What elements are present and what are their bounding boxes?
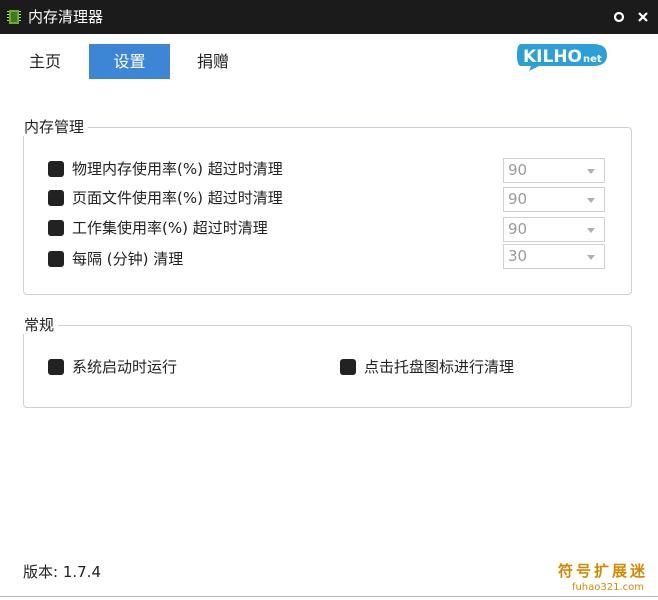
settings-icon[interactable] <box>610 8 628 26</box>
tab-donate[interactable]: 捐赠 <box>186 44 240 79</box>
working-set-option[interactable]: 工作集使用率(%) 超过时清理 <box>48 216 268 240</box>
page-file-checkbox[interactable] <box>48 190 64 206</box>
physical-memory-threshold-select[interactable]: 90 <box>503 158 605 183</box>
window-title: 内存清理器 <box>28 8 104 26</box>
version-label: 版本: 1.7.4 <box>23 563 101 581</box>
run-at-startup-label: 系统启动时运行 <box>72 358 178 376</box>
tray-click-clean-label: 点击托盘图标进行清理 <box>364 358 515 376</box>
tab-settings[interactable]: 设置 <box>89 44 170 79</box>
tray-click-clean-option[interactable]: 点击托盘图标进行清理 <box>340 355 514 379</box>
logo-suffix: net <box>583 54 602 65</box>
chevron-down-icon <box>587 169 595 174</box>
chevron-down-icon <box>587 198 595 203</box>
memory-management-group: 内存管理 物理内存使用率(%) 超过时清理 90 页面文件使用率(%) 超过时清… <box>20 118 632 295</box>
general-group-title: 常规 <box>20 316 59 334</box>
chevron-down-icon <box>587 228 595 233</box>
general-group: 常规 系统启动时运行 点击托盘图标进行清理 <box>20 316 632 408</box>
memory-group-title: 内存管理 <box>20 118 89 136</box>
tray-click-clean-checkbox[interactable] <box>340 359 356 375</box>
watermark-url: fuhao321.com <box>571 582 644 593</box>
watermark-text: 符号扩展迷 <box>557 562 648 580</box>
interval-minutes-select[interactable]: 30 <box>503 244 605 269</box>
page-file-option[interactable]: 页面文件使用率(%) 超过时清理 <box>48 186 283 210</box>
physical-memory-checkbox[interactable] <box>48 161 64 177</box>
working-set-label: 工作集使用率(%) 超过时清理 <box>72 219 268 237</box>
working-set-threshold-select[interactable]: 90 <box>503 217 605 242</box>
physical-memory-option[interactable]: 物理内存使用率(%) 超过时清理 <box>48 157 283 181</box>
run-at-startup-option[interactable]: 系统启动时运行 <box>48 355 177 379</box>
divider <box>0 596 658 597</box>
physical-memory-label: 物理内存使用率(%) 超过时清理 <box>72 160 283 178</box>
run-at-startup-checkbox[interactable] <box>48 359 64 375</box>
interval-option[interactable]: 每隔 (分钟) 清理 <box>48 247 183 271</box>
page-file-label: 页面文件使用率(%) 超过时清理 <box>72 189 283 207</box>
page-file-threshold-value: 90 <box>508 190 528 208</box>
working-set-checkbox[interactable] <box>48 220 64 236</box>
interval-minutes-value: 30 <box>508 247 528 265</box>
page-file-threshold-select[interactable]: 90 <box>503 187 605 212</box>
interval-label: 每隔 (分钟) 清理 <box>72 250 184 268</box>
watermark: 符号扩展迷 fuhao321.com <box>545 558 658 600</box>
interval-checkbox[interactable] <box>48 251 64 267</box>
physical-memory-threshold-value: 90 <box>508 161 528 179</box>
title-bar: 内存清理器 <box>0 0 658 34</box>
kilho-logo[interactable]: KILHO net <box>515 40 611 72</box>
close-icon[interactable] <box>634 8 652 26</box>
memory-chip-icon <box>7 10 21 24</box>
working-set-threshold-value: 90 <box>508 220 528 238</box>
chevron-down-icon <box>587 255 595 260</box>
tab-home[interactable]: 主页 <box>22 44 68 79</box>
logo-text: KILHO <box>523 47 582 67</box>
